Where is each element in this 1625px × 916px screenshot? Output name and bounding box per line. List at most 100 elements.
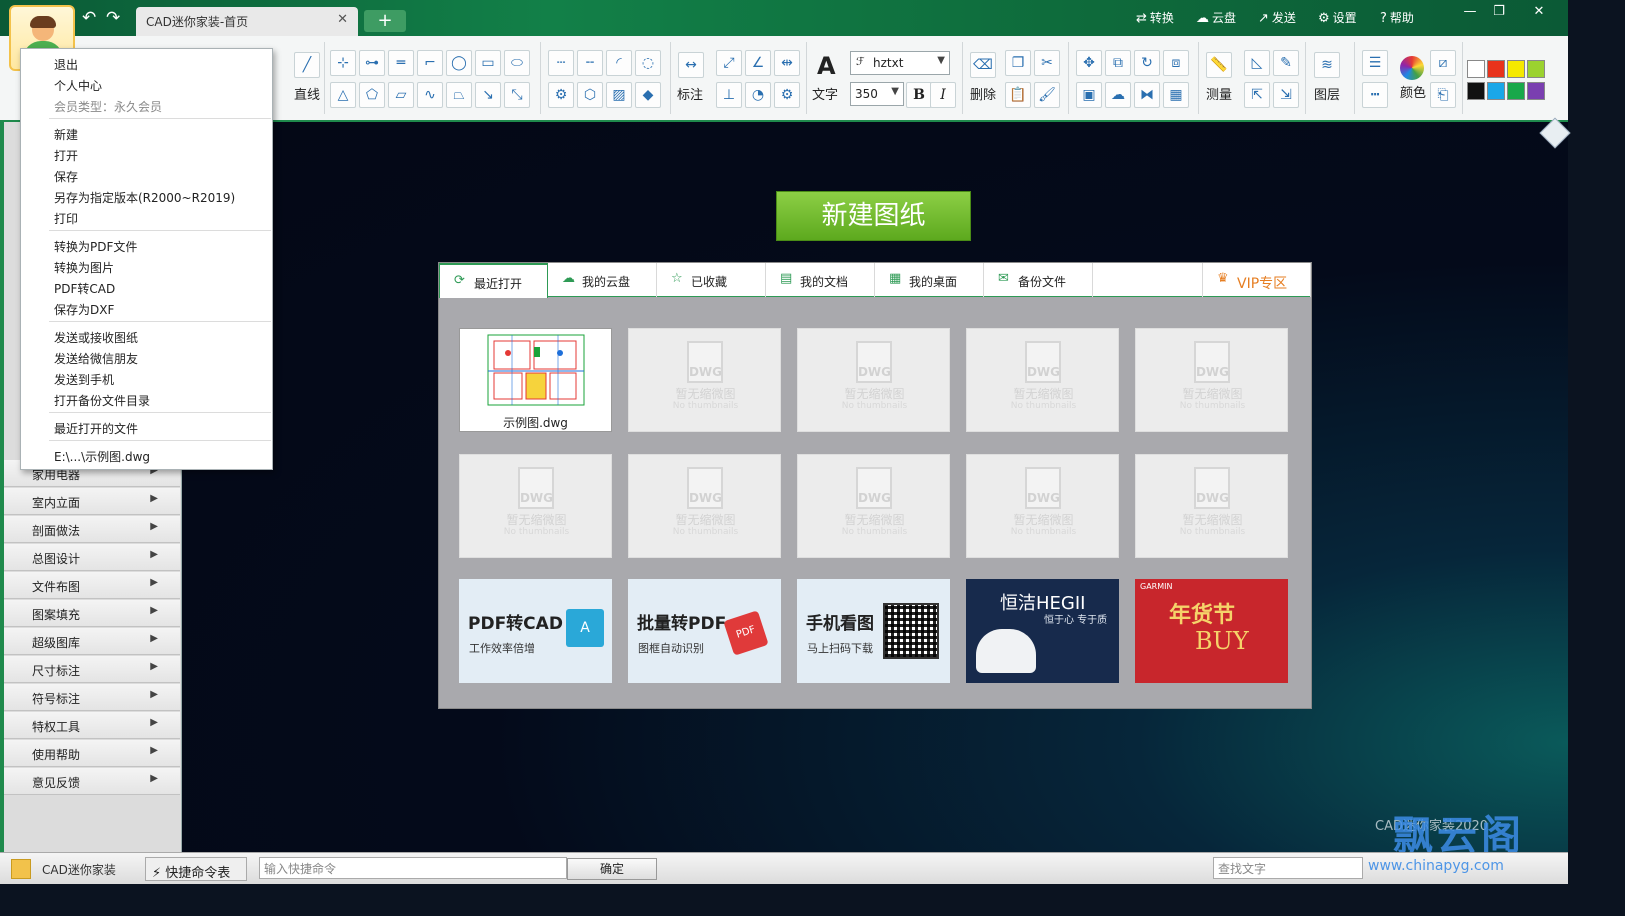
center-line-icon[interactable]: ╌ bbox=[577, 50, 603, 76]
empty-thumbnail[interactable]: DWG 暂无缩微图 No thumbnails bbox=[628, 328, 781, 432]
angle-dim-icon[interactable]: ∠ bbox=[745, 50, 771, 76]
menu-convert[interactable]: ⇄ 转换 bbox=[1136, 9, 1174, 26]
menu-cloud[interactable]: ☁ 云盘 bbox=[1196, 9, 1236, 26]
user-menu-item[interactable]: 保存 bbox=[54, 168, 78, 185]
category-item[interactable]: 文件布图 ▶ bbox=[4, 572, 180, 599]
user-menu-item[interactable]: 转换为图片 bbox=[54, 259, 114, 276]
confirm-button[interactable]: 确定 bbox=[567, 858, 657, 880]
user-menu-item[interactable]: 另存为指定版本(R2000~R2019) bbox=[54, 189, 235, 206]
color-swatch-white[interactable] bbox=[1467, 60, 1485, 78]
layers-icon[interactable]: ≋ bbox=[1314, 52, 1340, 78]
promo-garmin-ad[interactable]: GARMIN 年货节 BUY bbox=[1135, 579, 1288, 683]
quick-commands-button[interactable]: ⚡ 快捷命令表 bbox=[145, 857, 247, 881]
category-item[interactable]: 剖面做法 ▶ bbox=[4, 516, 180, 543]
dim-settings-icon[interactable]: ⚙ bbox=[774, 82, 800, 108]
lineweight-icon[interactable]: ☰ bbox=[1362, 50, 1388, 76]
aligned-dim-icon[interactable]: ⤢ bbox=[716, 50, 742, 76]
category-item[interactable]: 室内立面 ▶ bbox=[4, 488, 180, 515]
tab-cloud[interactable]: ☁ 我的云盘 bbox=[548, 263, 657, 297]
multiline-icon[interactable]: ⊶ bbox=[359, 50, 385, 76]
curve-icon[interactable]: ∿ bbox=[417, 82, 443, 108]
find-text-input[interactable]: 查找文字 bbox=[1213, 857, 1363, 879]
empty-thumbnail[interactable]: DWG 暂无缩微图 No thumbnails bbox=[1135, 328, 1288, 432]
user-menu-item[interactable]: E:\...\示例图.dwg bbox=[54, 448, 150, 465]
color-swatch-green[interactable] bbox=[1507, 82, 1525, 100]
tab-documents[interactable]: ▤ 我的文档 bbox=[766, 263, 875, 297]
color-swatch-purple[interactable] bbox=[1527, 82, 1545, 100]
color-swatch-green-light[interactable] bbox=[1527, 60, 1545, 78]
pencil-icon[interactable]: ✎ bbox=[1273, 50, 1299, 76]
category-item[interactable]: 尺寸标注 ▶ bbox=[4, 656, 180, 683]
user-menu-item[interactable]: 转换为PDF文件 bbox=[54, 238, 137, 255]
tab-favorites[interactable]: ☆ 已收藏 bbox=[657, 263, 766, 297]
empty-thumbnail[interactable]: DWG 暂无缩微图 No thumbnails bbox=[966, 454, 1119, 558]
grid-icon[interactable]: ▦ bbox=[1163, 82, 1189, 108]
continuous-dim-icon[interactable]: ⇹ bbox=[774, 50, 800, 76]
user-menu-item[interactable]: 个人中心 bbox=[54, 77, 102, 94]
gear-shape-icon[interactable]: ⚙ bbox=[548, 82, 574, 108]
triangle-icon[interactable]: △ bbox=[330, 82, 356, 108]
italic-button[interactable]: I bbox=[930, 82, 956, 108]
block-icon[interactable]: ▣ bbox=[1076, 82, 1102, 108]
tab-backup[interactable]: ✉ 备份文件 bbox=[984, 263, 1093, 297]
paste-icon[interactable]: 📋 bbox=[1005, 82, 1031, 108]
linetype-icon[interactable]: ┅ bbox=[1362, 82, 1388, 108]
close-window-button[interactable]: ✕ bbox=[1527, 3, 1551, 21]
ray-icon[interactable]: ↘ bbox=[475, 82, 501, 108]
promo-hegii-ad[interactable]: 恒洁HEGII 恒于心 专于质 bbox=[966, 579, 1119, 683]
user-menu-item[interactable]: 退出 bbox=[54, 56, 78, 73]
command-input[interactable]: 输入快捷命令 bbox=[259, 857, 567, 879]
close-tab-icon[interactable]: ✕ bbox=[337, 12, 348, 27]
area-icon[interactable]: ◺ bbox=[1244, 50, 1270, 76]
match-prop-icon[interactable]: 🖌 bbox=[1034, 82, 1060, 108]
menu-send[interactable]: ↗ 发送 bbox=[1258, 9, 1296, 26]
minimize-button[interactable]: — bbox=[1458, 3, 1482, 21]
corner-tag-icon[interactable] bbox=[1539, 117, 1571, 149]
array-icon[interactable]: ⧈ bbox=[1163, 50, 1189, 76]
ellipse-icon[interactable]: ⬭ bbox=[504, 50, 530, 76]
category-item[interactable]: 图案填充 ▶ bbox=[4, 600, 180, 627]
tab-desktop[interactable]: ▦ 我的桌面 bbox=[875, 263, 984, 297]
spline-icon[interactable]: ⌐ bbox=[417, 50, 443, 76]
user-menu-item[interactable]: 新建 bbox=[54, 126, 78, 143]
new-drawing-button[interactable]: 新建图纸 bbox=[776, 191, 971, 241]
rotate-icon[interactable]: ↻ bbox=[1134, 50, 1160, 76]
category-item[interactable]: 使用帮助 ▶ bbox=[4, 740, 180, 767]
color-swatch-blue[interactable] bbox=[1487, 82, 1505, 100]
eraser-icon[interactable]: ⌫ bbox=[970, 52, 996, 78]
category-item[interactable]: 意见反馈 ▶ bbox=[4, 768, 180, 795]
promo-mobile-view[interactable]: 手机看图 马上扫码下载 bbox=[797, 579, 950, 683]
maximize-button[interactable]: ❐ bbox=[1487, 3, 1511, 21]
export-icon[interactable]: ⇲ bbox=[1273, 82, 1299, 108]
double-line-icon[interactable]: ═ bbox=[388, 50, 414, 76]
empty-thumbnail[interactable]: DWG 暂无缩微图 No thumbnails bbox=[797, 454, 950, 558]
polygon-icon[interactable]: ⬡ bbox=[577, 82, 603, 108]
hatch-icon[interactable]: ▨ bbox=[606, 82, 632, 108]
color-swatch-yellow[interactable] bbox=[1507, 60, 1525, 78]
layer-tools-icon[interactable]: ⎗ bbox=[1430, 82, 1456, 108]
promo-pdf-to-cad[interactable]: PDF转CAD 工作效率倍增 A bbox=[459, 579, 612, 683]
radius-dim-icon[interactable]: ◔ bbox=[745, 82, 771, 108]
empty-thumbnail[interactable]: DWG 暂无缩微图 No thumbnails bbox=[966, 328, 1119, 432]
menu-help[interactable]: ? 帮助 bbox=[1380, 9, 1414, 26]
dashed-line-icon[interactable]: ┄ bbox=[548, 50, 574, 76]
move-icon[interactable]: ✥ bbox=[1076, 50, 1102, 76]
empty-thumbnail[interactable]: DWG 暂无缩微图 No thumbnails bbox=[1135, 454, 1288, 558]
user-menu-item[interactable]: 发送到手机 bbox=[54, 371, 114, 388]
font-size-select[interactable]: 350 ▼ bbox=[850, 82, 904, 106]
user-menu-item[interactable]: 发送给微信朋友 bbox=[54, 350, 138, 367]
undo-icon[interactable]: ↶ bbox=[82, 9, 96, 27]
menu-settings[interactable]: ⚙ 设置 bbox=[1318, 9, 1357, 26]
color-swatch-black[interactable] bbox=[1467, 82, 1485, 100]
add-tab-button[interactable]: + bbox=[364, 10, 406, 32]
xline-icon[interactable]: ⤡ bbox=[504, 82, 530, 108]
ordinate-dim-icon[interactable]: ⊥ bbox=[716, 82, 742, 108]
empty-thumbnail[interactable]: DWG 暂无缩微图 No thumbnails bbox=[797, 328, 950, 432]
recent-file-thumbnail[interactable]: 示例图.dwg bbox=[459, 328, 612, 432]
user-menu-item[interactable]: 打印 bbox=[54, 210, 78, 227]
pentagon-icon[interactable]: ⬠ bbox=[359, 82, 385, 108]
import-icon[interactable]: ⇱ bbox=[1244, 82, 1270, 108]
category-item[interactable]: 超级图库 ▶ bbox=[4, 628, 180, 655]
empty-thumbnail[interactable]: DWG 暂无缩微图 No thumbnails bbox=[628, 454, 781, 558]
user-menu-item[interactable]: PDF转CAD bbox=[54, 280, 115, 297]
